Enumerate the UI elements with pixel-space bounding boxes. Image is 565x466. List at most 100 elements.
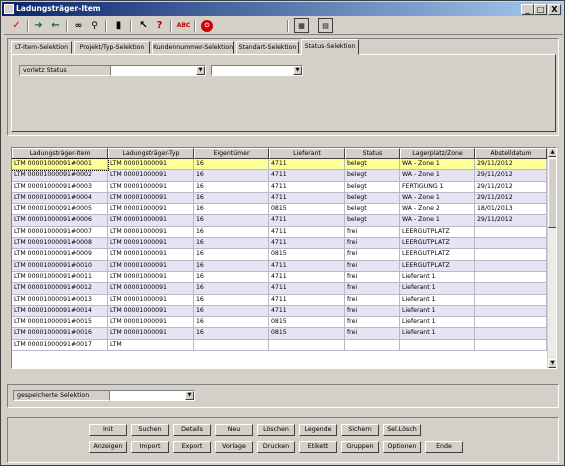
button-suchen[interactable]: Suchen xyxy=(131,424,169,436)
column-header[interactable]: Lagerplatz/Zone xyxy=(400,148,475,159)
button-anzeigen[interactable]: Anzeigen xyxy=(89,441,127,453)
table-row[interactable]: LTM 00001000091#0004 LTM 00001000091 16 471… xyxy=(12,192,547,205)
help-question-icon[interactable]: ? xyxy=(152,18,167,33)
binoculars-icon[interactable]: ∞ xyxy=(71,18,86,33)
table-row[interactable]: LTM 00001000091#0006 LTM 00001000091 16 471… xyxy=(12,215,547,227)
table-row[interactable]: LTM 00001000091#0001 LTM 00001000091 16 471… xyxy=(12,157,547,172)
scroll-down-icon[interactable]: ▼ xyxy=(548,359,556,368)
button-etikett[interactable]: Etikett xyxy=(299,441,337,453)
table-cell: 29/11/2012 xyxy=(475,181,547,193)
trash-icon[interactable]: ▮ xyxy=(111,18,126,33)
button-sellösch[interactable]: Sel.Lösch xyxy=(383,424,421,436)
table-cell xyxy=(475,339,547,352)
tab-projekt-typ-selektion[interactable]: Projekt/Typ-Selektion xyxy=(74,41,150,54)
table-cell: LTM 00001000091#0014 xyxy=(12,305,108,318)
button-ende[interactable]: Ende xyxy=(425,441,463,453)
column-header[interactable]: Lieferant xyxy=(269,148,345,159)
button-optionen[interactable]: Optionen xyxy=(383,441,421,453)
table-cell: 16 xyxy=(194,317,269,329)
scroll-thumb[interactable] xyxy=(548,158,556,228)
table-cell xyxy=(475,294,547,306)
table-row[interactable]: LTM 00001000091#0009 LTM 00001000091 16 081… xyxy=(12,249,547,261)
table-row[interactable]: LTM 00001000091#0012 LTM 00001000091 16 471… xyxy=(12,283,547,295)
button-init[interactable]: Init xyxy=(89,424,127,436)
button-import[interactable]: Import xyxy=(131,441,169,453)
table-row[interactable]: LTM 00001000091#0005 LTM 00001000091 16 081… xyxy=(12,204,547,216)
form-icon[interactable]: ▤ xyxy=(318,18,333,33)
check-icon[interactable]: ✓ xyxy=(9,18,24,33)
table-row[interactable]: LTM 00001000091#0015 LTM 00001000091 16 081… xyxy=(12,317,547,329)
column-header[interactable]: Ladungsträger-Item xyxy=(12,148,108,159)
tab-standart-selektion[interactable]: Standart-Selektion xyxy=(236,41,299,54)
table-cell: belegt xyxy=(345,192,400,205)
table-row[interactable]: LTM 00001000091#0017 LTM xyxy=(12,339,547,352)
table-cell: belegt xyxy=(345,170,400,182)
table-cell: 4711 xyxy=(269,181,345,193)
table-cell: 29/11/2012 xyxy=(475,170,547,182)
back-arrow-icon[interactable]: ← xyxy=(48,18,63,33)
button-export[interactable]: Export xyxy=(173,441,211,453)
button-neu[interactable]: Neu xyxy=(215,424,253,436)
exit-icon[interactable]: ⏻ xyxy=(201,20,213,32)
table-row[interactable]: LTM 00001000091#0008 LTM 00001000091 16 471… xyxy=(12,238,547,250)
table-cell: LTM 00001000091#0008 xyxy=(12,238,108,250)
chevron-down-icon[interactable]: ▼ xyxy=(196,66,205,75)
minimize-button[interactable]: _ xyxy=(521,4,534,15)
maximize-button[interactable]: □ xyxy=(534,4,547,15)
previous-status-select-2[interactable]: ▼ xyxy=(211,65,303,76)
saved-selection-select[interactable]: ▼ xyxy=(109,390,195,401)
button-löschen[interactable]: Löschen xyxy=(257,424,295,436)
spellcheck-icon[interactable]: ABC xyxy=(176,18,191,33)
table-cell: 16 xyxy=(194,159,269,171)
toolbar-separator xyxy=(194,20,196,32)
chevron-down-icon[interactable]: ▼ xyxy=(293,66,302,75)
magnifier-icon[interactable]: ⚲ xyxy=(87,18,102,33)
table-cell: LTM 00001000091#0013 xyxy=(12,294,108,306)
table-cell: 4711 xyxy=(269,238,345,250)
table-row[interactable]: LTM 00001000091#0003 LTM 00001000091 16 471… xyxy=(12,181,547,193)
previous-status-select-1[interactable]: ▼ xyxy=(110,65,206,76)
table-cell xyxy=(475,271,547,284)
table-cell: LTM 00001000091#0006 xyxy=(12,215,108,227)
calendar-icon[interactable]: ▦ xyxy=(294,18,309,33)
button-details[interactable]: Details xyxy=(173,424,211,436)
vertical-scrollbar[interactable]: ▲ ▼ xyxy=(547,148,556,368)
table-cell: 29/11/2012 xyxy=(475,192,547,205)
button-drucken[interactable]: Drucken xyxy=(257,441,295,453)
scroll-up-icon[interactable]: ▲ xyxy=(548,148,556,157)
chevron-down-icon[interactable]: ▼ xyxy=(185,391,194,400)
table-cell: 4711 xyxy=(269,226,345,239)
column-header[interactable]: Status xyxy=(345,148,400,159)
table-row[interactable]: LTM 00001000091#0016 LTM 00001000091 16 081… xyxy=(12,328,547,340)
table-row[interactable]: LTM 00001000091#0002 LTM 00001000091 16 471… xyxy=(12,170,547,182)
button-vorlage[interactable]: Vorlage xyxy=(215,441,253,453)
table-row[interactable]: LTM 00001000091#0014 LTM 00001000091 16 471… xyxy=(12,305,547,318)
tab-kundennummer-selektion[interactable]: Kundennummer-Selektion xyxy=(152,41,234,54)
close-button[interactable]: X xyxy=(548,4,561,15)
table-cell: 16 xyxy=(194,271,269,284)
table-cell: belegt xyxy=(345,204,400,216)
table-cell: 4711 xyxy=(269,294,345,306)
column-header[interactable]: Eigentümer xyxy=(194,148,269,159)
button-gruppen[interactable]: Gruppen xyxy=(341,441,379,453)
pointer-help-icon[interactable]: ↖ xyxy=(136,18,151,33)
table-cell: LTM 00001000091 xyxy=(108,294,194,306)
table-row[interactable]: LTM 00001000091#0010 LTM 00001000091 16 471… xyxy=(12,260,547,272)
table-row[interactable]: LTM 00001000091#0011 LTM 00001000091 16 471… xyxy=(12,271,547,284)
table-cell xyxy=(194,339,269,352)
tab-status-selektion[interactable]: Status-Selektion xyxy=(301,39,359,55)
table-cell: frei xyxy=(345,305,400,318)
forward-arrow-icon[interactable]: ➜ xyxy=(31,18,46,33)
table-row[interactable]: LTM 00001000091#0013 LTM 00001000091 16 471… xyxy=(12,294,547,306)
button-sichern[interactable]: Sichern xyxy=(341,424,379,436)
table-cell: LTM 00001000091#0004 xyxy=(12,192,108,205)
tab-lt-item-selektion[interactable]: LT-Item-Selektion xyxy=(11,41,72,54)
toolbar: ✓ ➜ ← ∞ ⚲ ▮ ↖ ? ABC ⏻ ▦ ▤ xyxy=(4,17,563,35)
table-row[interactable]: LTM 00001000091#0007 LTM 00001000091 16 471… xyxy=(12,226,547,239)
table-cell: LEERGUTPLATZ xyxy=(400,238,475,250)
item-table: Ladungsträger-Item Ladungsträger-Typ Eigen… xyxy=(11,147,557,369)
button-legende[interactable]: Legende xyxy=(299,424,337,436)
column-header[interactable]: Ladungsträger-Typ xyxy=(108,148,194,159)
title-bar[interactable]: Ladungsträger-Item _ □ X xyxy=(2,2,563,16)
column-header[interactable]: Abstelldatum xyxy=(475,148,547,159)
